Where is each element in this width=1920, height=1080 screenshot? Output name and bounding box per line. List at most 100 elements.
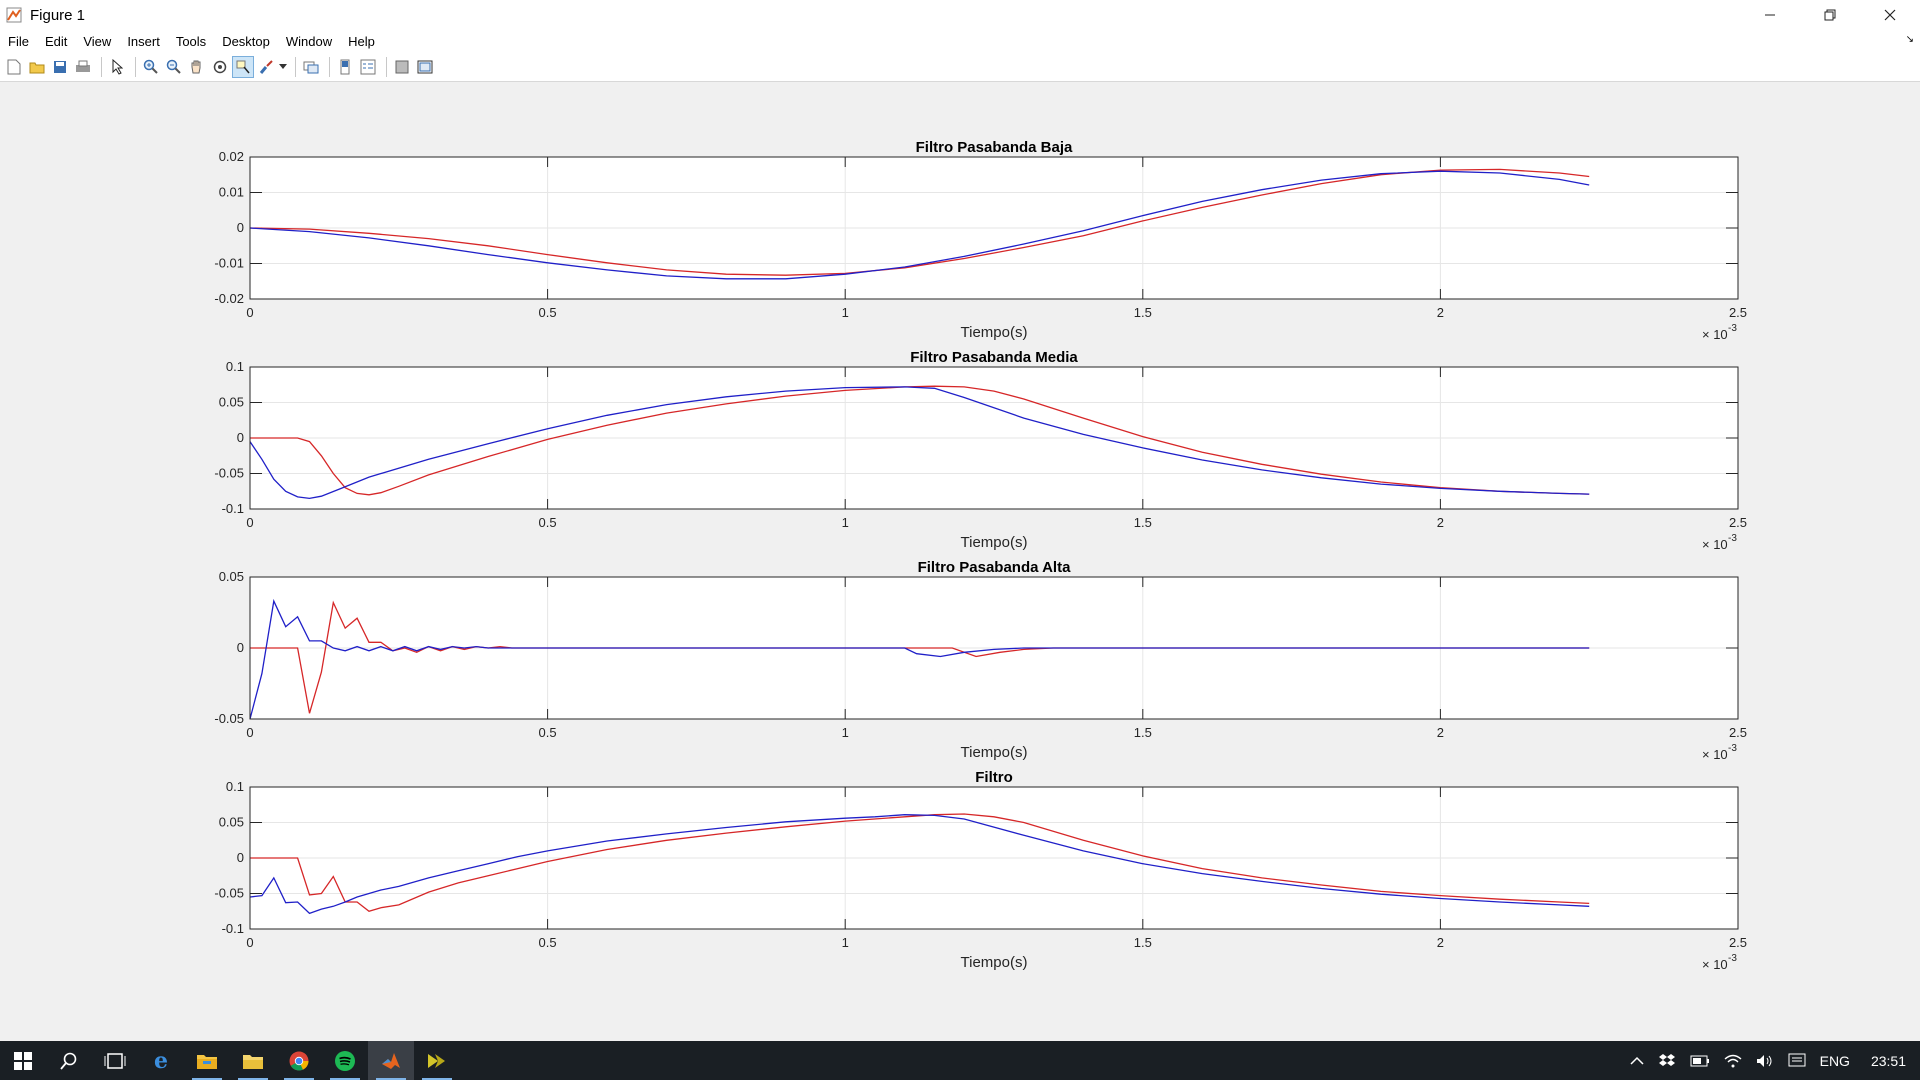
x-axis-label: Tiempo(s) [961,324,1028,341]
y-tick-label: 0.01 [219,185,244,200]
pan-hand-icon[interactable] [187,57,207,77]
subplots-svg: 0 0.5 1 1.5 2 2.5 0.02 0.01 0 -0.01 -0.02 Filtro Pa… [214,139,1747,972]
toolbar-separator [295,56,296,77]
matlab-figure-icon [6,7,22,23]
rotate-3d-icon[interactable] [210,57,230,77]
x-tick-label: 1.5 [1134,725,1152,740]
taskbar: e ENG 23:51 [0,1041,1920,1080]
x-tick-label: 1.5 [1134,515,1152,530]
subplot-title: Filtro Pasabanda Baja [916,139,1073,156]
chevron-up-icon[interactable] [1623,1056,1651,1066]
y-tick-label: -0.1 [222,501,244,516]
task-view-icon[interactable] [92,1041,138,1080]
y-tick-label: 0.1 [226,359,244,374]
matlab-icon[interactable] [368,1041,414,1080]
y-tick-label: 0.05 [219,815,244,830]
x-tick-label: 0.5 [539,305,557,320]
insert-legend-icon[interactable] [358,57,378,77]
menu-bar: File Edit View Insert Tools Desktop Wind… [0,30,1920,52]
x-tick-label: 1 [842,305,849,320]
windows-start-icon[interactable] [0,1041,46,1080]
x-tick-label: 1 [842,515,849,530]
x-tick-label: 1 [842,935,849,950]
input-language[interactable]: ENG [1813,1053,1857,1069]
show-plot-tools-icon[interactable] [415,57,435,77]
x-tick-label: 1 [842,725,849,740]
search-icon[interactable] [46,1041,92,1080]
menu-view[interactable]: View [75,34,119,49]
edge-browser-icon[interactable]: e [138,1041,184,1080]
menu-edit[interactable]: Edit [37,34,75,49]
x-axis-exponent: × 10 [1702,957,1728,972]
y-tick-label: 0.05 [219,569,244,584]
x-tick-label: 2 [1437,935,1444,950]
edit-plot-arrow-icon[interactable] [107,57,127,77]
y-tick-label: 0.02 [219,149,244,164]
x-tick-label: 0 [246,725,253,740]
window-controls [1740,0,1920,30]
x-tick-label: 0.5 [539,935,557,950]
toolbar-separator [135,56,136,77]
file-explorer-icon[interactable] [184,1041,230,1080]
dock-arrow-icon[interactable]: ↘ [1906,34,1914,45]
close-icon[interactable] [1860,0,1920,30]
brush-dropdown-icon[interactable] [279,57,287,77]
menu-file[interactable]: File [0,34,37,49]
insert-colorbar-icon[interactable] [335,57,355,77]
menu-desktop[interactable]: Desktop [214,34,278,49]
battery-icon[interactable] [1683,1055,1717,1067]
y-tick-label: 0.05 [219,395,244,410]
zoom-out-icon[interactable] [164,57,184,77]
y-tick-label: 0.1 [226,779,244,794]
hide-plot-tools-icon[interactable] [392,57,412,77]
subplot-title: Filtro [975,769,1013,786]
volume-icon[interactable] [1749,1054,1781,1068]
y-tick-label: -0.02 [214,291,244,306]
print-icon[interactable] [73,57,93,77]
x-tick-label: 0 [246,515,253,530]
x-axis-exponent-power: -3 [1728,323,1737,334]
window-title: Figure 1 [30,6,86,24]
zoom-in-icon[interactable] [141,57,161,77]
link-plot-icon[interactable] [301,57,321,77]
dropbox-icon[interactable] [1651,1053,1683,1069]
new-figure-icon[interactable] [4,57,24,77]
brush-icon[interactable] [256,57,276,77]
x-tick-label: 2 [1437,725,1444,740]
chrome-icon[interactable] [276,1041,322,1080]
x-tick-label: 0 [246,305,253,320]
y-tick-label: -0.05 [214,466,244,481]
y-tick-label: -0.01 [214,256,244,271]
y-tick-label: 0 [237,430,244,445]
x-tick-label: 2.5 [1729,935,1747,950]
open-file-icon[interactable] [27,57,47,77]
toolbar-separator [329,56,330,77]
wifi-icon[interactable] [1717,1054,1749,1068]
clock-time[interactable]: 23:51 [1857,1053,1920,1069]
x-axis-label: Tiempo(s) [961,954,1028,971]
subplot-title: Filtro Pasabanda Alta [918,559,1071,576]
x-tick-label: 0.5 [539,725,557,740]
x-tick-label: 2.5 [1729,725,1747,740]
menu-insert[interactable]: Insert [119,34,168,49]
spotify-icon[interactable] [322,1041,368,1080]
data-cursor-icon[interactable] [232,55,254,78]
y-tick-label: -0.1 [222,921,244,936]
y-tick-label: 0 [237,850,244,865]
restore-icon[interactable] [1800,0,1860,30]
save-icon[interactable] [50,57,70,77]
menu-window[interactable]: Window [278,34,340,49]
x-tick-label: 0 [246,935,253,950]
folder-icon[interactable] [230,1041,276,1080]
x-tick-label: 2.5 [1729,305,1747,320]
y-tick-label: 0 [237,220,244,235]
x-axis-exponent: × 10 [1702,747,1728,762]
terminal-app-icon[interactable] [414,1041,460,1080]
notifications-icon[interactable] [1781,1053,1813,1069]
menu-tools[interactable]: Tools [168,34,214,49]
menu-help[interactable]: Help [340,34,383,49]
x-axis-exponent-power: -3 [1728,743,1737,754]
figure-canvas: 0 0.5 1 1.5 2 2.5 0.02 0.01 0 -0.01 -0.02 Filtro Pa… [0,83,1920,1041]
minimize-icon[interactable] [1740,0,1800,30]
y-tick-label: -0.05 [214,886,244,901]
